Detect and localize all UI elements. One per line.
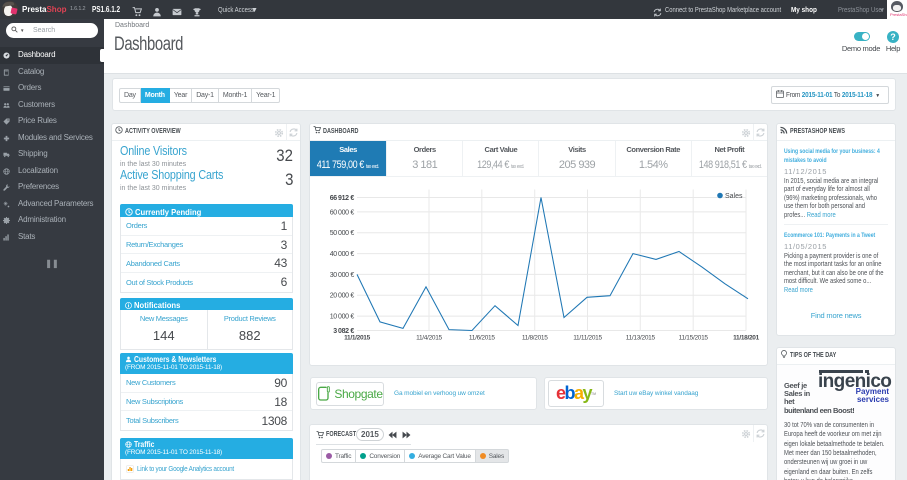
svg-text:10 000 €: 10 000 € — [330, 314, 355, 321]
svg-text:11/13/2015: 11/13/2015 — [626, 335, 656, 342]
svg-text:Sales: Sales — [725, 193, 743, 200]
svg-text:66 912 €: 66 912 € — [330, 195, 355, 202]
svg-text:11/15/2015: 11/15/2015 — [679, 335, 709, 342]
svg-text:11/8/2015: 11/8/2015 — [522, 335, 548, 342]
svg-text:11/18/201: 11/18/201 — [733, 335, 760, 342]
svg-text:40 000 €: 40 000 € — [330, 251, 355, 258]
svg-text:30 000 €: 30 000 € — [330, 272, 355, 279]
svg-text:20 000 €: 20 000 € — [330, 293, 355, 300]
svg-text:50 000 €: 50 000 € — [330, 230, 355, 237]
svg-text:11/4/2015: 11/4/2015 — [416, 335, 442, 342]
svg-text:11/11/2015: 11/11/2015 — [573, 335, 602, 342]
svg-text:11/1/2015: 11/1/2015 — [344, 335, 371, 342]
svg-text:11/6/2015: 11/6/2015 — [469, 335, 495, 342]
svg-text:60 000 €: 60 000 € — [330, 209, 355, 216]
